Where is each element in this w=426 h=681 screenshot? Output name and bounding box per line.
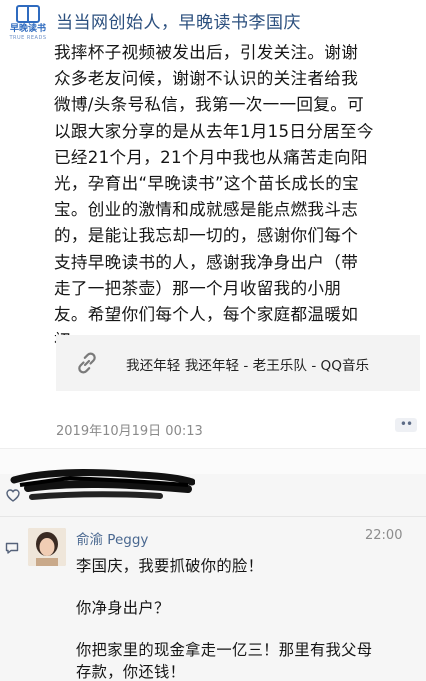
post-header: 早晚读书 TRUE READS 当当网创始人，早晚读书李国庆 [0,0,426,41]
logo-name: 早晚读书 [9,24,46,34]
shared-music-card[interactable]: 我还年轻 我还年轻 - 老王乐队 - QQ音乐 [56,335,420,391]
comment-text-line: 存款，你还钱！ [76,663,186,681]
post-line: 走了一把茶壶）那一个月收留我的小朋 [54,278,342,298]
app-logo[interactable]: 早晚读书 TRUE READS [6,5,50,43]
more-options-button[interactable]: •• [395,418,417,432]
comment-text-line: 李国庆，我要抓破你的脸！ [76,557,264,575]
post-line: 已经21个月，21个月中我也从痛苦走向阳 [54,147,368,167]
post-line: 的，是能让我忘却一切的，感谢你们每个 [54,226,359,246]
post-line: 微博/头条号私信，我第一次一一回复。可 [54,95,364,115]
post-timestamp: 2019年10月19日 00:13 [56,424,203,439]
redaction-scribble [10,469,195,500]
shared-music-title: 我还年轻 我还年轻 - 老王乐队 - QQ音乐 [126,358,370,374]
post-line: 众多老友问候，谢谢不认识的关注者给我 [54,69,359,89]
post-line: 以跟大家分享的是从去年1月15日分居至今 [54,121,374,141]
post-line: 光，孕育出“早晚读书”这个苗长成长的宝 [54,174,359,194]
post-body: 我摔杯子视频被发出后，引发关注。谢谢 众多老友问候，谢谢不认识的关注者给我 微博… [54,40,416,354]
comment-time: 22:00 [365,528,403,543]
post-author-title[interactable]: 当当网创始人，早晚读书李国庆 [56,8,301,33]
post-line: 宝。创业的激情和成就感是能点燃我斗志 [54,200,359,220]
logo-subtitle: TRUE READS [9,35,47,41]
avatar-photo [28,528,66,566]
post-line: 友。希望你们每个人，每个家庭都温暖如 [54,305,359,325]
post-line: 支持早晚读书的人，感谢我净身出户（带 [54,252,359,272]
post-line: 我摔杯子视频被发出后，引发关注。谢谢 [54,43,359,62]
link-icon [78,352,96,374]
comment-icon[interactable] [5,542,19,554]
commenter-avatar[interactable] [28,528,66,566]
commenter-name[interactable]: 俞渝 Peggy [76,528,148,548]
book-logo-icon [16,5,40,23]
comment-text-line: 你把家里的现金拿走一亿三！那里有我父母 [76,641,373,659]
comment-text-line: 你净身出户？ [76,599,170,617]
